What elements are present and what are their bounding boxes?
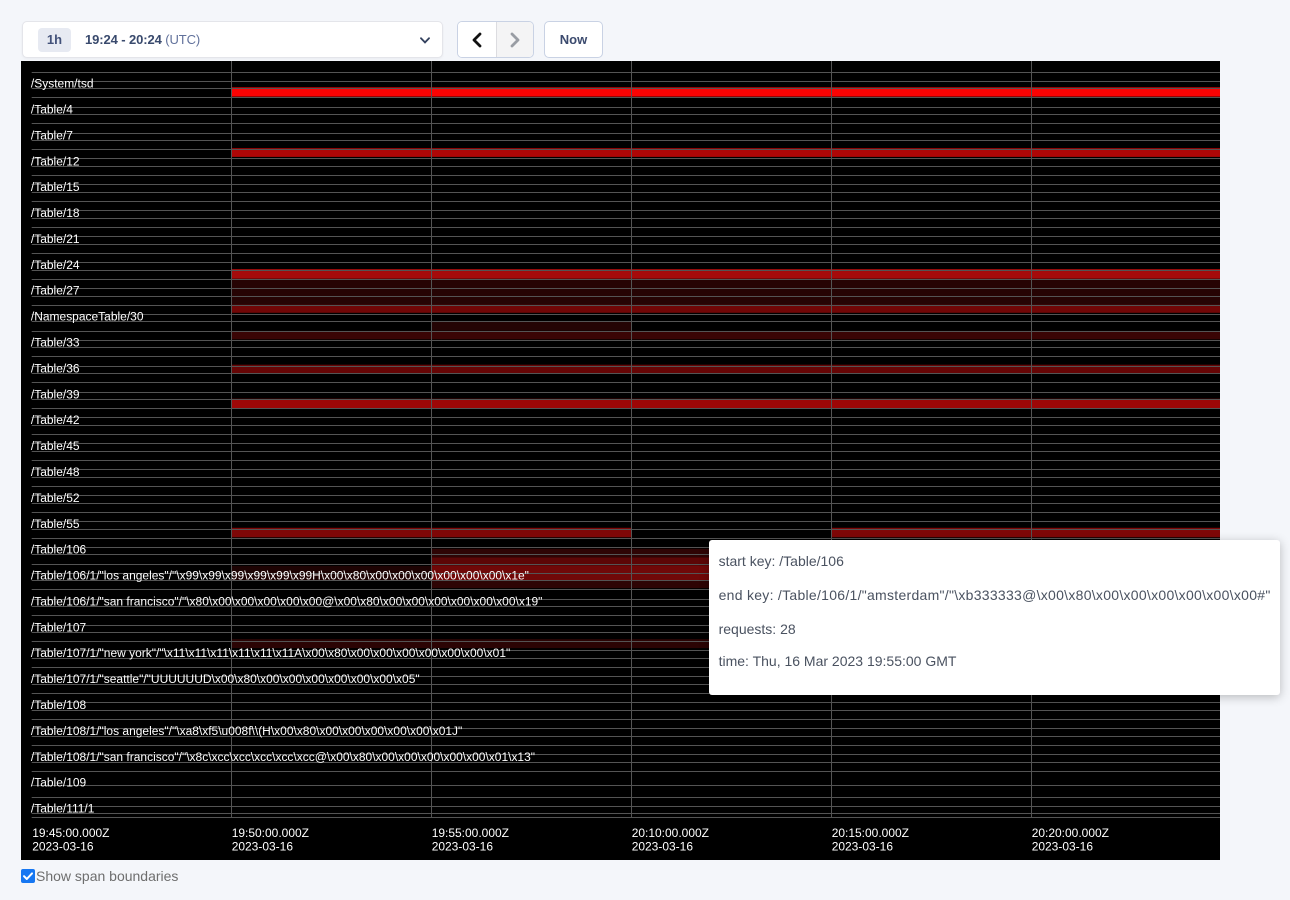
svg-text:/Table/24: /Table/24 xyxy=(31,257,80,271)
svg-text:/Table/18: /Table/18 xyxy=(31,206,80,220)
svg-text:2023-03-16: 2023-03-16 xyxy=(32,839,94,853)
svg-text:/Table/109: /Table/109 xyxy=(31,775,87,789)
svg-text:/System/tsd: /System/tsd xyxy=(31,76,94,90)
svg-text:/Table/107/1/"new york"/"\x11\: /Table/107/1/"new york"/"\x11\x11\x11\x1… xyxy=(31,646,510,660)
svg-text:/Table/108: /Table/108 xyxy=(31,698,87,712)
svg-text:/Table/55: /Table/55 xyxy=(31,516,80,530)
svg-text:/Table/27: /Table/27 xyxy=(31,283,80,297)
svg-text:19:50:00.000Z: 19:50:00.000Z xyxy=(231,825,308,839)
svg-text:/Table/7: /Table/7 xyxy=(31,128,73,142)
svg-text:19:45:00.000Z: 19:45:00.000Z xyxy=(32,825,109,839)
svg-text:/Table/108/1/"san francisco"/": /Table/108/1/"san francisco"/"\x8c\xcc\x… xyxy=(31,749,535,763)
svg-text:/Table/36: /Table/36 xyxy=(31,361,80,375)
svg-text:20:10:00.000Z: 20:10:00.000Z xyxy=(631,825,708,839)
svg-text:/Table/108/1/"los angeles"/"\x: /Table/108/1/"los angeles"/"\xa8\xf5\u00… xyxy=(31,723,462,737)
svg-text:/Table/111/1: /Table/111/1 xyxy=(31,801,95,815)
svg-text:/Table/48: /Table/48 xyxy=(31,464,80,478)
svg-text:/Table/107/1/"seattle"/"UUUUUU: /Table/107/1/"seattle"/"UUUUUUD\x00\x80\… xyxy=(31,672,420,686)
svg-text:/Table/106/1/"los angeles"/"\x: /Table/106/1/"los angeles"/"\x99\x99\x99… xyxy=(31,568,529,582)
svg-text:20:20:00.000Z: 20:20:00.000Z xyxy=(1031,825,1108,839)
svg-text:2023-03-16: 2023-03-16 xyxy=(431,839,493,853)
svg-text:/Table/15: /Table/15 xyxy=(31,180,80,194)
svg-text:/Table/4: /Table/4 xyxy=(31,102,73,116)
svg-text:/Table/12: /Table/12 xyxy=(31,154,80,168)
svg-text:2023-03-16: 2023-03-16 xyxy=(631,839,693,853)
svg-text:/Table/39: /Table/39 xyxy=(31,387,80,401)
svg-text:/Table/107: /Table/107 xyxy=(31,620,87,634)
svg-text:2023-03-16: 2023-03-16 xyxy=(831,839,893,853)
svg-text:/Table/45: /Table/45 xyxy=(31,439,80,453)
svg-text:/Table/42: /Table/42 xyxy=(31,413,80,427)
svg-text:2023-03-16: 2023-03-16 xyxy=(1031,839,1093,853)
svg-text:19:55:00.000Z: 19:55:00.000Z xyxy=(431,825,508,839)
svg-text:/Table/52: /Table/52 xyxy=(31,490,80,504)
svg-text:/Table/33: /Table/33 xyxy=(31,335,80,349)
svg-text:/Table/106/1/"san francisco"/": /Table/106/1/"san francisco"/"\x80\x00\x… xyxy=(31,594,543,608)
svg-text:2023-03-16: 2023-03-16 xyxy=(231,839,293,853)
svg-text:/Table/106: /Table/106 xyxy=(31,542,87,556)
svg-text:20:15:00.000Z: 20:15:00.000Z xyxy=(831,825,908,839)
svg-text:/Table/21: /Table/21 xyxy=(31,231,80,245)
svg-text:/NamespaceTable/30: /NamespaceTable/30 xyxy=(31,309,144,323)
